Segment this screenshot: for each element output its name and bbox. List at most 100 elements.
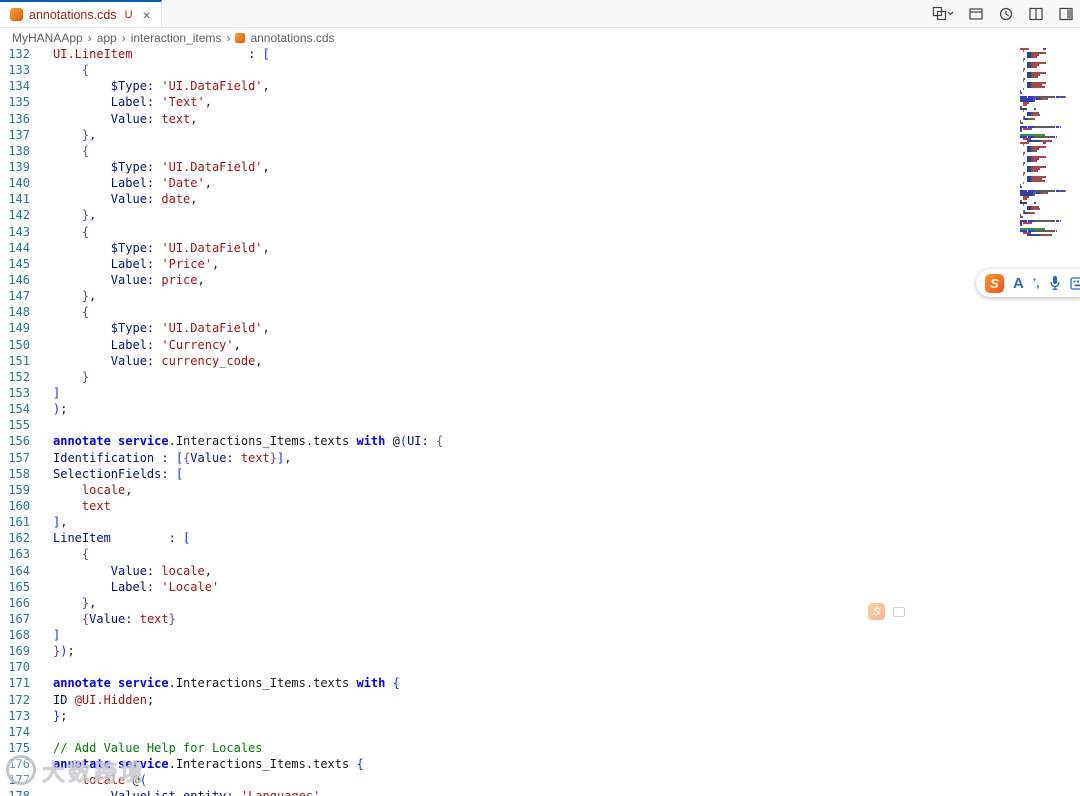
microphone-icon[interactable]: [1049, 275, 1061, 291]
line-number: 138: [8, 143, 30, 158]
code-token: :: [161, 466, 176, 481]
timeline-icon[interactable]: [998, 6, 1014, 22]
line-number: 162: [8, 531, 30, 546]
code-line: 169});: [0, 643, 1080, 659]
code-line: 134 $Type: 'UI.DataField',: [0, 78, 1080, 94]
code-token: :: [146, 79, 162, 94]
code-line: 155: [0, 417, 1080, 433]
code-token: SelectionFields: [53, 466, 162, 481]
code-token: Value: [110, 563, 147, 578]
line-number: 141: [8, 192, 30, 207]
code-token: .Interactions_Items.texts: [168, 757, 350, 772]
code-token: ,: [255, 353, 263, 368]
split-editor-icon[interactable]: [1028, 6, 1044, 22]
code-token: :: [146, 272, 162, 287]
code-line: 156 annotate service.Interactions_Items.t…: [0, 433, 1080, 449]
ime-toolbar[interactable]: S A ’,: [976, 269, 1080, 297]
code-text: {: [53, 143, 89, 159]
breadcrumb-item-file[interactable]: annotations.cds: [250, 31, 334, 45]
code-line: 162 LineItem : [: [0, 530, 1080, 546]
code-token: :: [146, 337, 162, 352]
code-token: annotate: [53, 434, 111, 449]
cds-file-icon: [235, 32, 246, 43]
code-line: 135 Label: 'Text',: [0, 94, 1080, 110]
ime-language-indicator[interactable]: A: [1013, 275, 1024, 292]
code-text: ID @UI.Hidden;: [53, 692, 154, 708]
code-token: with: [356, 676, 386, 691]
code-line: 166 },: [0, 595, 1080, 611]
code-token: :: [146, 111, 162, 126]
line-number: 148: [8, 305, 30, 320]
code-text: },: [53, 595, 96, 611]
code-token: locale: [161, 563, 205, 578]
breadcrumb-separator: ›: [121, 30, 126, 45]
code-token: {: [356, 757, 364, 772]
compare-changes-icon[interactable]: [932, 6, 954, 22]
code-token: Label: [110, 95, 147, 110]
code-token: 'Currency': [161, 337, 234, 352]
line-number: 149: [8, 321, 30, 336]
code-text: $Type: 'UI.DataField',: [53, 240, 270, 256]
breadcrumb-item-folder[interactable]: interaction_items: [131, 31, 222, 45]
code-token: {: [81, 224, 90, 239]
code-text: {: [53, 224, 89, 240]
breadcrumb-item-project[interactable]: MyHANAApp: [12, 31, 83, 45]
minimap[interactable]: [1020, 48, 1066, 236]
code-token: ,: [320, 789, 327, 796]
editor-layout-icon[interactable]: [1058, 6, 1074, 22]
code-line: 150 Label: 'Currency',: [0, 337, 1080, 353]
line-number: 142: [8, 208, 30, 223]
code-token: 'UI.DataField': [161, 321, 263, 336]
code-token: text: [139, 611, 169, 626]
code-token: ,: [190, 192, 198, 207]
line-number: 174: [8, 724, 30, 739]
code-text: },: [53, 207, 96, 223]
code-token: $Type: [110, 240, 147, 255]
line-number: 173: [8, 708, 30, 723]
sogou-logo-icon[interactable]: S: [985, 273, 1004, 293]
line-number: 157: [8, 450, 30, 465]
code-token: Value: [110, 272, 147, 287]
code-token: @UI.Hidden: [74, 692, 147, 707]
line-number: 147: [8, 289, 30, 304]
code-editor[interactable]: 132 UI.LineItem : [133 {134 $Type: 'UI.Da…: [0, 46, 1080, 796]
ime-punctuation-icon[interactable]: ’,: [1033, 276, 1040, 290]
code-area[interactable]: 132 UI.LineItem : [133 {134 $Type: 'UI.Da…: [0, 46, 1080, 796]
preview-icon[interactable]: [968, 6, 984, 22]
code-text: locale @(: [53, 772, 147, 788]
tab-annotations-cds[interactable]: annotations.cds U ×: [0, 0, 162, 27]
code-token: UI: [407, 434, 422, 449]
vscode-window: annotations.cds U × MyHANAApp › app › in…: [0, 0, 1080, 796]
line-number: 146: [8, 272, 30, 287]
code-text: Value: date,: [53, 191, 198, 207]
code-token: @: [125, 773, 140, 788]
code-token: ;: [60, 708, 68, 723]
code-token: ,: [284, 450, 292, 465]
line-number: 156: [8, 434, 30, 449]
breadcrumb-item-app[interactable]: app: [97, 31, 117, 45]
breadcrumb-separator: ›: [87, 30, 92, 45]
code-token: 'UI.DataField': [161, 159, 263, 174]
code-text: ]: [53, 385, 60, 401]
code-text: locale,: [53, 482, 133, 498]
code-token: ID: [53, 692, 68, 707]
keyboard-icon[interactable]: [1069, 276, 1080, 290]
code-token: ;: [146, 692, 155, 707]
line-number: 164: [8, 563, 30, 578]
code-text: Label: 'Date',: [53, 175, 212, 191]
git-status-badge: U: [124, 8, 133, 21]
code-token: ,: [211, 256, 220, 271]
close-tab-icon[interactable]: ×: [143, 7, 151, 23]
code-token: ;: [67, 644, 75, 659]
code-token: :: [161, 450, 176, 465]
line-number: 139: [8, 159, 30, 174]
